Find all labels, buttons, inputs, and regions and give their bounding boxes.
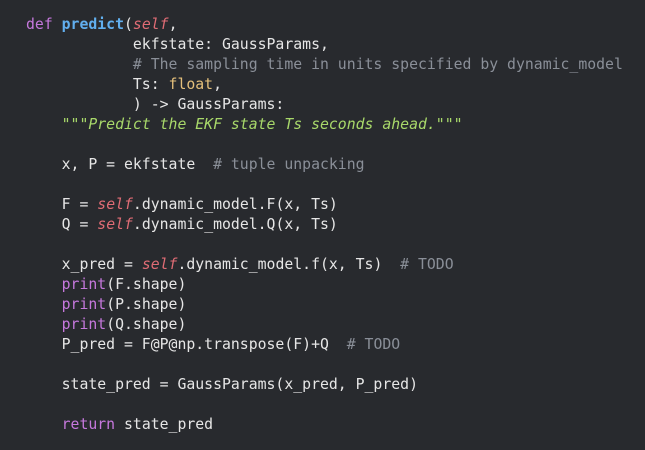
code-line: """Predict the EKF state Ts seconds ahea… — [26, 115, 645, 135]
code-body: def predict(self, ekfstate: GaussParams,… — [26, 15, 645, 435]
code-token-plain: Ts: — [26, 76, 169, 93]
code-token-plain: ( — [124, 16, 133, 33]
code-token-plain: F = — [26, 196, 98, 213]
code-token-plain: , — [213, 76, 223, 93]
code-editor[interactable]: def predict(self, ekfstate: GaussParams,… — [0, 0, 645, 450]
code-line: F = self.dynamic_model.F(x, Ts) — [26, 195, 645, 215]
code-token-plain: .dynamic_model.Q(x, Ts) — [132, 216, 338, 233]
code-line: Q = self.dynamic_model.Q(x, Ts) — [26, 215, 645, 235]
code-line: Ts: float, — [26, 75, 645, 95]
code-token-plain: (F.shape) — [106, 276, 187, 293]
code-token-self: self — [141, 256, 178, 273]
code-line: state_pred = GaussParams(x_pred, P_pred) — [26, 375, 645, 395]
code-line: ) -> GaussParams: — [26, 95, 645, 115]
code-token-kw: return — [61, 416, 116, 433]
code-token-cmt: # The sampling time in units specified b… — [26, 56, 623, 73]
code-token-fn: predict — [61, 16, 124, 33]
code-token-self: self — [97, 196, 133, 213]
code-line: print(P.shape) — [26, 295, 645, 315]
code-token-self: self — [132, 16, 169, 33]
code-token-plain: ekfstate: GaussParams, — [26, 36, 329, 53]
code-line: x_pred = self.dynamic_model.f(x, Ts) # T… — [26, 255, 645, 275]
code-token-plain: ) -> GaussParams: — [26, 96, 285, 113]
code-token-kw: print — [61, 296, 107, 313]
code-token-type: float — [168, 76, 214, 93]
code-line: ekfstate: GaussParams, — [26, 35, 645, 55]
code-line: print(F.shape) — [26, 275, 645, 295]
code-token-cmt: # TODO — [346, 336, 401, 353]
code-line: print(Q.shape) — [26, 315, 645, 335]
code-token-str: """Predict the EKF state Ts seconds ahea… — [26, 116, 463, 133]
code-line: # The sampling time in units specified b… — [26, 55, 645, 75]
code-token-plain: P_pred = F@P@np.transpose(F)+Q — [26, 336, 347, 353]
code-token-self: self — [97, 216, 133, 233]
code-token-kw: print — [61, 276, 107, 293]
code-token-plain: (P.shape) — [106, 296, 187, 313]
code-token-plain: Q = — [26, 216, 98, 233]
code-token-plain: state_pred = GaussParams(x_pred, P_pred) — [26, 376, 418, 393]
code-token-kw: def — [26, 16, 62, 33]
code-token-cmt: # TODO — [400, 256, 454, 273]
code-token-plain: x_pred = — [26, 256, 142, 273]
code-line: P_pred = F@P@np.transpose(F)+Q # TODO — [26, 335, 645, 355]
code-token-plain: state_pred — [115, 416, 214, 433]
code-token-cmt: # tuple unpacking — [213, 156, 365, 173]
code-line: def predict(self, — [26, 15, 645, 35]
code-token-plain: , — [168, 16, 178, 33]
code-token-plain: (Q.shape) — [106, 316, 187, 333]
code-token-plain: x, P = ekfstate — [26, 156, 214, 173]
code-token-plain: .dynamic_model.F(x, Ts) — [132, 196, 338, 213]
code-line: return state_pred — [26, 415, 645, 435]
code-token-plain: .dynamic_model.f(x, Ts) — [177, 256, 401, 273]
code-token-kw: print — [61, 316, 107, 333]
code-line: x, P = ekfstate # tuple unpacking — [26, 155, 645, 175]
